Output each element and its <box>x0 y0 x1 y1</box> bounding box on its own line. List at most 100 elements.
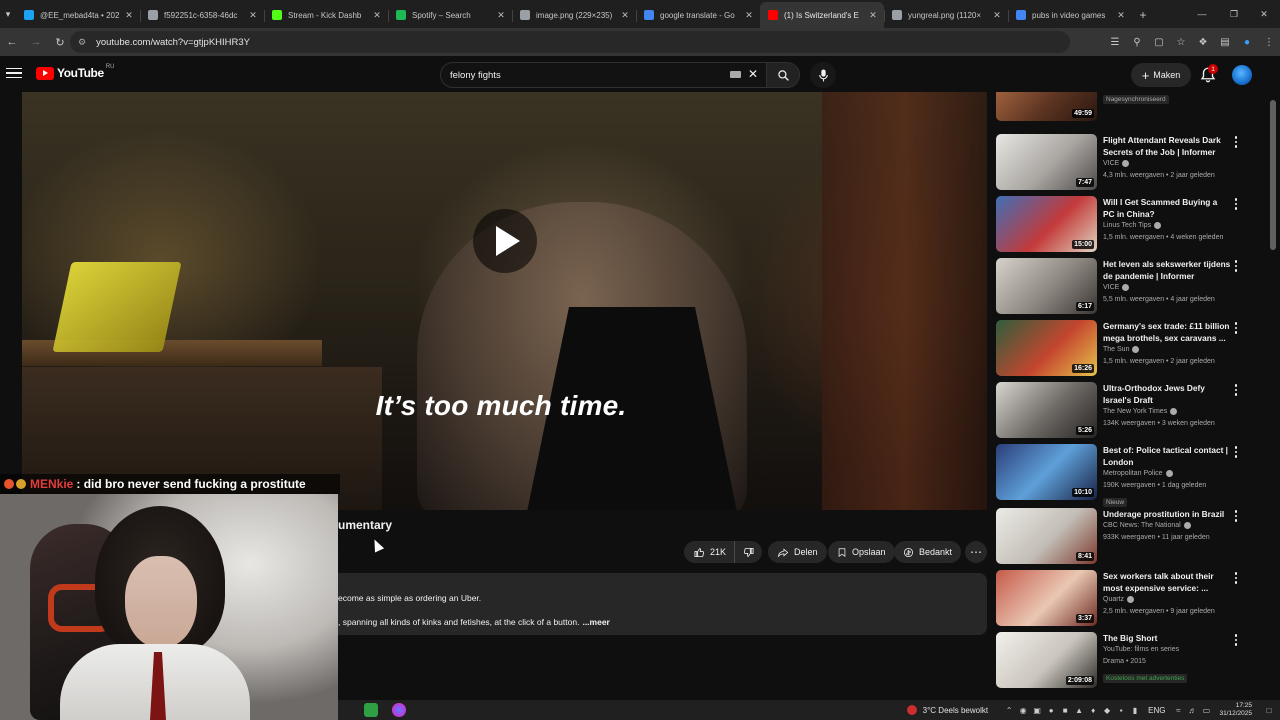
browser-tab[interactable]: pubs in video games ✕ <box>1008 2 1132 28</box>
recommended-video[interactable]: 2:09:08 The Big Short YouTube: films en se… <box>996 632 1256 688</box>
browser-tab[interactable]: google translate - Go ✕ <box>636 2 760 28</box>
bookmark-star-icon[interactable]: ☆ <box>1170 28 1192 56</box>
tab-close-icon[interactable]: ✕ <box>248 10 258 21</box>
channel-name[interactable]: VICE <box>1103 158 1231 170</box>
video-title[interactable]: Best of: Police tactical contact | Londo… <box>1103 444 1231 468</box>
more-options-icon[interactable] <box>1232 383 1240 397</box>
channel-name[interactable]: Quartz <box>1103 594 1231 606</box>
tray-chevron-icon[interactable]: ⌃ <box>1002 700 1016 720</box>
tray-app-icon[interactable]: ■ <box>1058 700 1072 720</box>
recommended-video[interactable]: 5:26 Ultra-Orthodox Jews Defy Israel's Dr… <box>996 382 1256 438</box>
profile-extension-icon[interactable]: ● <box>1236 28 1258 56</box>
reload-icon[interactable]: ↻ <box>48 28 72 56</box>
more-actions-icon[interactable]: ⋯ <box>965 541 987 563</box>
thanks-button[interactable]: Bedankt <box>894 541 962 563</box>
video-thumbnail[interactable]: 49:59 <box>996 92 1097 121</box>
battery-icon[interactable]: ▭ <box>1199 700 1213 720</box>
channel-name[interactable]: Linus Tech Tips <box>1103 220 1231 232</box>
notifications-icon[interactable]: □ <box>1262 700 1276 720</box>
more-options-icon[interactable] <box>1232 197 1240 211</box>
tray-app-icon[interactable]: ▲ <box>1072 700 1086 720</box>
browser-tab[interactable]: f592251c-6358-46dc ✕ <box>140 2 264 28</box>
recommended-video[interactable]: 16:26 Germany's sex trade: £11 billion me… <box>996 320 1256 376</box>
taskbar-chrome-icon[interactable] <box>392 703 406 717</box>
tray-app-icon[interactable]: ▣ <box>1030 700 1044 720</box>
channel-name[interactable]: CBC News: The National <box>1103 520 1231 532</box>
recommended-video[interactable]: 10:10 Best of: Police tactical contact | … <box>996 444 1256 507</box>
video-title[interactable]: Will I Get Scammed Buying a PC in China? <box>1103 196 1231 220</box>
tab-close-icon[interactable]: ✕ <box>868 10 878 21</box>
recommended-video[interactable]: 49:59 Investigation2,1 mln. weergaven • 1… <box>996 92 1256 121</box>
tray-app-icon[interactable]: ♦ <box>1086 700 1100 720</box>
video-thumbnail[interactable]: 3:37 <box>996 570 1097 626</box>
more-options-icon[interactable] <box>1232 571 1240 585</box>
page-scrollbar[interactable] <box>1270 100 1276 250</box>
wifi-icon[interactable]: ≈ <box>1171 700 1185 720</box>
tray-app-icon[interactable]: ▪ <box>1114 700 1128 720</box>
video-description[interactable]: ecome as simple as ordering an Uber. , s… <box>338 573 987 635</box>
tab-close-icon[interactable]: ✕ <box>744 10 754 21</box>
more-options-icon[interactable] <box>1232 445 1240 459</box>
recommended-video[interactable]: 6:17 Het leven als sekswerker tijdens de … <box>996 258 1256 314</box>
dislike-button[interactable] <box>735 541 762 563</box>
more-options-icon[interactable] <box>1232 259 1240 273</box>
tab-close-icon[interactable]: ✕ <box>496 10 506 21</box>
video-title[interactable]: Sex workers talk about their most expens… <box>1103 570 1231 594</box>
video-thumbnail[interactable]: 16:26 <box>996 320 1097 376</box>
browser-tab[interactable]: Stream - Kick Dashb ✕ <box>264 2 388 28</box>
video-thumbnail[interactable]: 15:00 <box>996 196 1097 252</box>
clear-search-icon[interactable]: ✕ <box>746 66 760 82</box>
channel-name[interactable]: The New York Times <box>1103 406 1231 418</box>
account-avatar[interactable] <box>1232 65 1252 85</box>
browser-tab[interactable]: @EE_mebad4ta • 202 ✕ <box>16 2 140 28</box>
taskbar-app-icon[interactable] <box>364 703 378 717</box>
youtube-logo[interactable]: YouTube RU <box>36 64 114 80</box>
save-button[interactable]: Opslaan <box>828 541 895 563</box>
show-more-link[interactable]: ...meer <box>582 617 609 627</box>
tray-app-icon[interactable]: ◉ <box>1016 700 1030 720</box>
more-options-icon[interactable] <box>1232 509 1240 523</box>
minimize-icon[interactable]: — <box>1186 0 1218 28</box>
tray-app-icon[interactable]: ◆ <box>1100 700 1114 720</box>
share-button[interactable]: Delen <box>768 541 827 563</box>
like-button[interactable]: 21K <box>684 541 736 563</box>
browser-tab[interactable]: yungreal.png (1120× ✕ <box>884 2 1008 28</box>
zoom-icon[interactable]: ⚲ <box>1126 28 1148 56</box>
more-options-icon[interactable] <box>1232 633 1240 647</box>
recommended-video[interactable]: 15:00 Will I Get Scammed Buying a PC in C… <box>996 196 1256 252</box>
forward-arrow-icon[interactable]: → <box>24 28 48 56</box>
reading-list-icon[interactable]: ▤ <box>1214 28 1236 56</box>
tab-close-icon[interactable]: ✕ <box>372 10 382 21</box>
create-button[interactable]: + Maken <box>1131 63 1191 87</box>
video-title[interactable]: Het leven als sekswerker tijdens de pand… <box>1103 258 1231 282</box>
browser-tab[interactable]: (1) Is Switzerland's E ✕ <box>760 2 884 28</box>
video-thumbnail[interactable]: 6:17 <box>996 258 1097 314</box>
more-options-icon[interactable] <box>1232 135 1240 149</box>
keyboard-icon[interactable] <box>730 71 741 78</box>
microphone-tray-icon[interactable]: ▮ <box>1128 700 1142 720</box>
tab-search-chevron-icon[interactable]: ▾ <box>0 0 16 28</box>
video-title[interactable]: Ultra-Orthodox Jews Defy Israel's Draft <box>1103 382 1231 406</box>
volume-icon[interactable]: ♬ <box>1185 700 1199 720</box>
chrome-menu-icon[interactable]: ⋮ <box>1258 28 1280 56</box>
channel-name[interactable]: VICE <box>1103 282 1231 294</box>
channel-name[interactable]: Metropolitan Police <box>1103 468 1231 480</box>
cast-icon[interactable]: ▢ <box>1148 28 1170 56</box>
more-options-icon[interactable] <box>1232 321 1240 335</box>
translate-icon[interactable]: ☰ <box>1104 28 1126 56</box>
close-window-icon[interactable]: ✕ <box>1248 0 1280 28</box>
video-title[interactable]: The Big Short <box>1103 632 1231 644</box>
recommended-video[interactable]: 3:37 Sex workers talk about their most ex… <box>996 570 1256 626</box>
tab-close-icon[interactable]: ✕ <box>124 10 134 21</box>
video-player[interactable]: It’s too much time. <box>22 92 987 510</box>
guide-menu-icon[interactable] <box>6 65 22 81</box>
tab-close-icon[interactable]: ✕ <box>992 10 1002 21</box>
tab-close-icon[interactable]: ✕ <box>1116 10 1126 21</box>
tab-close-icon[interactable]: ✕ <box>620 10 630 21</box>
video-thumbnail[interactable]: 5:26 <box>996 382 1097 438</box>
video-title[interactable]: Flight Attendant Reveals Dark Secrets of… <box>1103 134 1231 158</box>
play-button[interactable] <box>473 209 537 273</box>
video-title[interactable]: Germany's sex trade: £11 billion mega br… <box>1103 320 1231 344</box>
extensions-puzzle-icon[interactable]: ❖ <box>1192 28 1214 56</box>
browser-tab[interactable]: Spotify – Search ✕ <box>388 2 512 28</box>
